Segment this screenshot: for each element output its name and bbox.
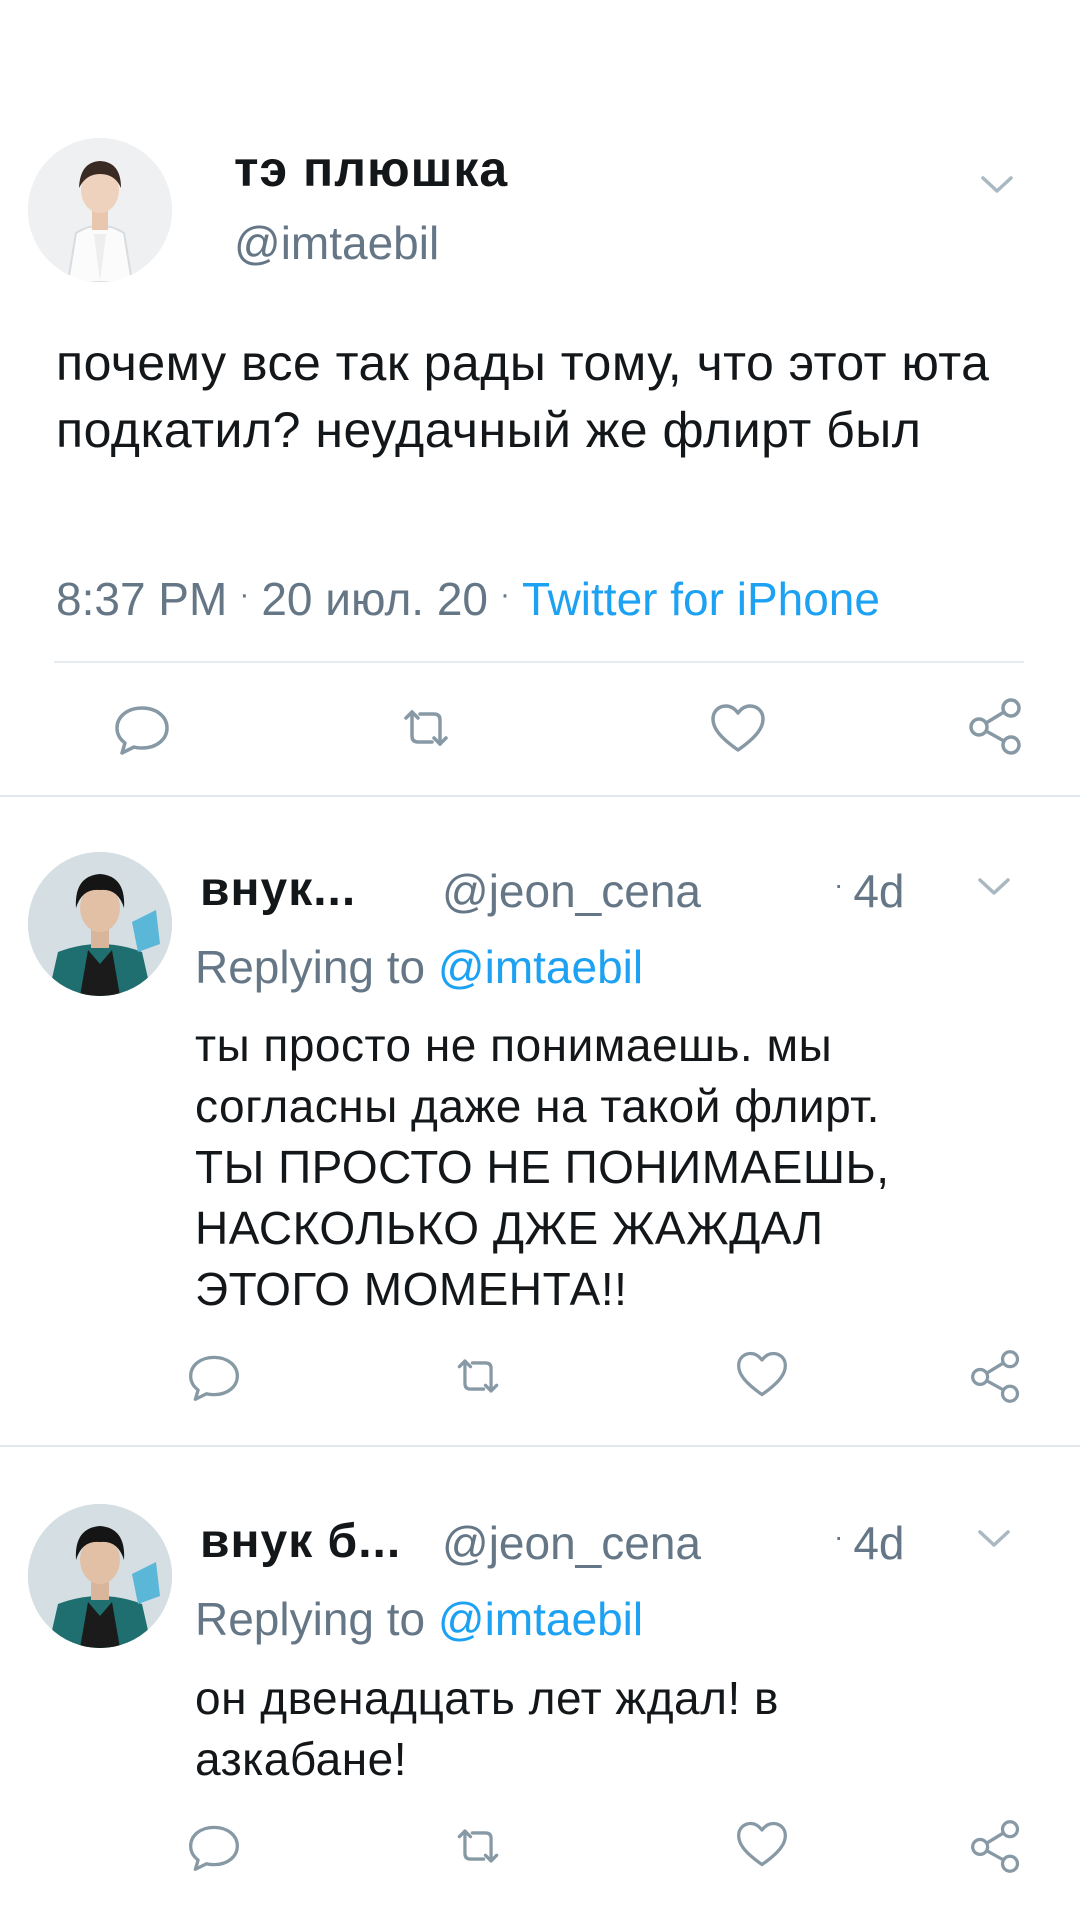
avatar[interactable] xyxy=(28,1504,172,1648)
tweet-text: он двенадцать лет ждал! в азкабане! xyxy=(195,1672,779,1785)
display-name[interactable]: тэ плюшка xyxy=(234,140,508,198)
replying-to: Replying to @imtaebil xyxy=(195,941,644,993)
mention-link[interactable]: @imtaebil xyxy=(438,941,643,993)
tweet-text: почему все так рады тому, что этот юта п… xyxy=(56,335,990,458)
divider xyxy=(0,1445,1080,1447)
share-icon[interactable] xyxy=(968,1348,1024,1404)
avatar[interactable] xyxy=(28,852,172,996)
main-tweet: тэ плюшка @imtaebil почему все так рады … xyxy=(0,0,1080,795)
chevron-down-icon[interactable] xyxy=(975,162,1019,206)
separator-dot: · xyxy=(500,577,511,611)
user-handle[interactable]: @jeon_cena xyxy=(442,1516,701,1570)
tweet-time: · 4d xyxy=(834,865,905,917)
retweet-icon[interactable] xyxy=(396,698,456,758)
chevron-down-icon[interactable] xyxy=(972,1516,1016,1560)
reply-icon[interactable] xyxy=(112,698,172,758)
share-icon[interactable] xyxy=(966,696,1026,756)
like-icon[interactable] xyxy=(734,1816,790,1872)
user-handle[interactable]: @imtaebil xyxy=(234,216,439,270)
reply-icon[interactable] xyxy=(186,1818,242,1874)
replying-to: Replying to @imtaebil xyxy=(195,1593,644,1645)
tweet-source-link[interactable]: Twitter for iPhone xyxy=(522,573,880,625)
tweet-time: 8:37 PM xyxy=(56,573,228,625)
divider xyxy=(0,795,1080,797)
tweet-meta: 8:37 PM · 20 июл. 20 · Twitter for iPhone xyxy=(56,572,880,626)
separator-dot: · xyxy=(239,577,250,611)
mention-link[interactable]: @imtaebil xyxy=(438,1593,643,1645)
display-name[interactable]: внук... xyxy=(200,862,356,917)
like-icon[interactable] xyxy=(708,698,768,758)
chevron-down-icon[interactable] xyxy=(972,864,1016,908)
reply-icon[interactable] xyxy=(186,1348,242,1404)
divider xyxy=(54,661,1024,663)
user-handle[interactable]: @jeon_cena xyxy=(442,864,701,918)
retweet-icon[interactable] xyxy=(450,1818,506,1874)
like-icon[interactable] xyxy=(734,1346,790,1402)
tweet-text: ты просто не понимаешь. мы согласны даже… xyxy=(195,1019,890,1315)
tweet-time: · 4d xyxy=(834,1517,905,1569)
tweet-date: 20 июл. 20 xyxy=(261,573,489,625)
share-icon[interactable] xyxy=(968,1818,1024,1874)
avatar[interactable] xyxy=(28,138,172,282)
retweet-icon[interactable] xyxy=(450,1348,506,1404)
display-name[interactable]: внук б... xyxy=(200,1514,401,1569)
